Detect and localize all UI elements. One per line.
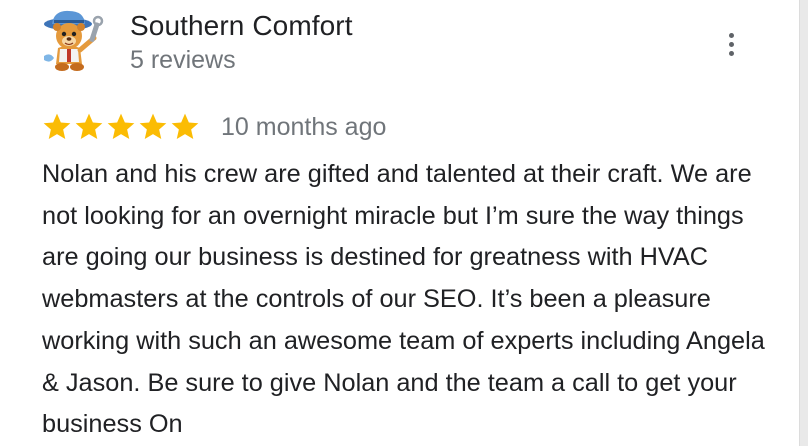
more-options-button[interactable] — [720, 28, 744, 60]
more-vert-icon-dot-3 — [729, 51, 734, 56]
star-rating — [41, 111, 201, 143]
more-vert-icon-dot-2 — [729, 42, 734, 47]
reviewer-name[interactable]: Southern Comfort — [130, 10, 353, 42]
avatar[interactable] — [38, 8, 112, 74]
rating-row: 10 months ago — [41, 110, 386, 144]
more-vert-icon-dot-1 — [729, 33, 734, 38]
review-card: Southern Comfort 5 reviews 10 months ago… — [0, 0, 800, 446]
star-icon — [43, 113, 71, 139]
reviewer-review-count[interactable]: 5 reviews — [130, 45, 236, 75]
review-date: 10 months ago — [221, 113, 387, 141]
star-icon — [75, 113, 103, 139]
review-text: Nolan and his crew are gifted and talent… — [42, 160, 765, 439]
star-icon — [171, 113, 199, 139]
star-icon — [107, 113, 135, 139]
star-icon — [139, 113, 167, 139]
